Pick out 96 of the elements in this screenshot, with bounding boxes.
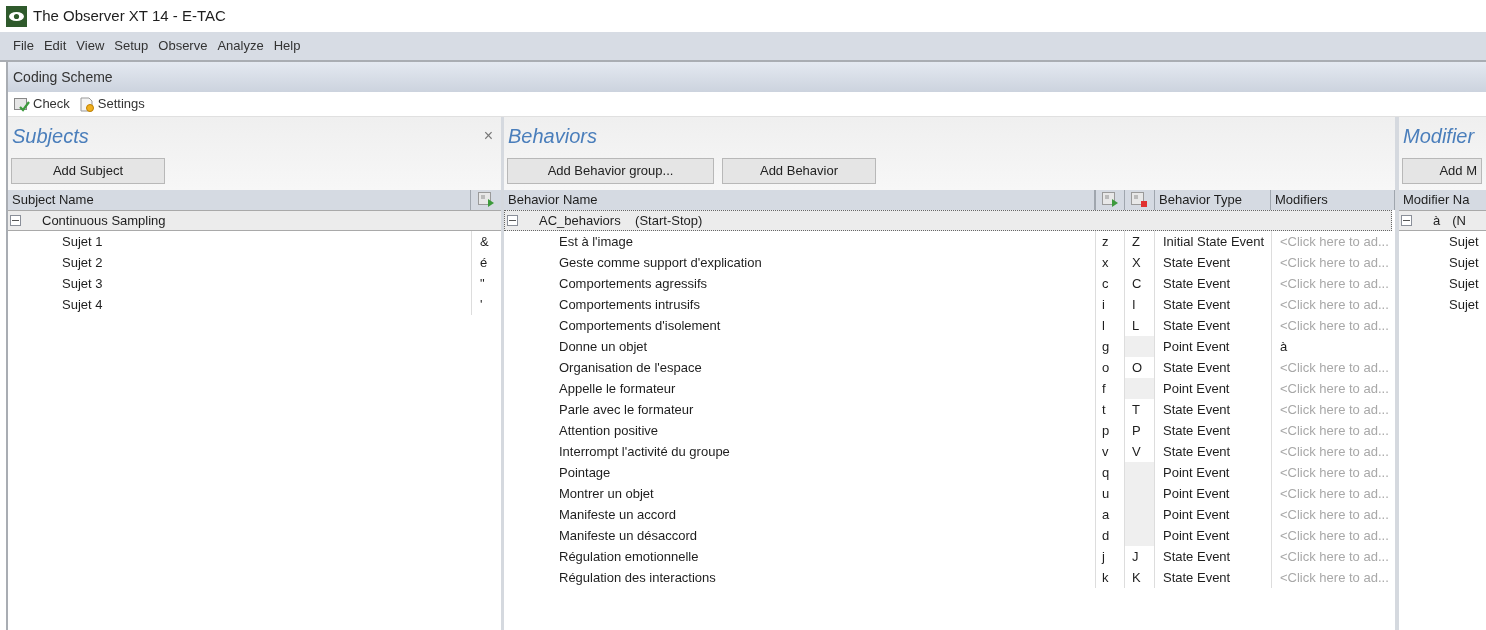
table-cell-text: Parle avec le formateur (558, 400, 695, 419)
table-cell-text: Interrompt l'activité du groupe (558, 442, 731, 461)
add-modifier-field[interactable]: <Click here to ad... (1271, 294, 1395, 315)
add-modifier-field[interactable]: <Click here to ad... (1271, 462, 1395, 483)
table-cell-text: Pointage (558, 463, 612, 482)
table-cell-text: Geste comme support d'explication (558, 253, 763, 272)
add-modifier-field[interactable]: <Click here to ad... (1271, 315, 1395, 336)
menu-item[interactable]: Analyze (212, 36, 269, 56)
table-cell-text: Sujet 1 (61, 232, 104, 251)
table-cell-text: Comportements d'isolement (558, 316, 722, 335)
add-modifier-field[interactable]: <Click here to ad... (1271, 504, 1395, 525)
table-cell: Point Event (1154, 504, 1271, 525)
table-cell-text: Appelle le formateur (558, 379, 677, 398)
table-cell-text: Sujet (1448, 274, 1480, 293)
document-gear-icon (79, 96, 95, 112)
table-cell-text: Comportements intrusifs (558, 295, 701, 314)
panel-title: Subjects (12, 124, 89, 149)
table-cell: State Event (1154, 315, 1271, 336)
table-cell: Point Event (1154, 336, 1271, 357)
add-modifier-field[interactable]: <Click here to ad... (1271, 273, 1395, 294)
table-cell: State Event (1154, 252, 1271, 273)
key-stop-icon (1131, 192, 1148, 208)
table-cell-text: Comportements agressifs (558, 274, 709, 293)
table-cell: State Event (1154, 399, 1271, 420)
table-cell-text: Sujet 2 (61, 253, 104, 272)
table-cell: State Event (1154, 567, 1271, 588)
table-cell: Initial State Event (1154, 231, 1271, 252)
add-modifier-field[interactable]: <Click here to ad... (1271, 378, 1395, 399)
group-name: (N (1451, 211, 1466, 230)
group-name: AC_behaviors (Start-Stop) (539, 211, 703, 230)
eye-logo-icon (6, 5, 27, 27)
table-cell-text: Manifeste un accord (558, 505, 678, 524)
table-cell: Point Event (1154, 378, 1271, 399)
table-cell: State Event (1154, 441, 1271, 462)
section-title: Coding Scheme (13, 67, 113, 87)
add-button[interactable]: Add M (1402, 158, 1482, 184)
key-play-icon (1101, 192, 1119, 208)
table-cell: Point Event (1154, 462, 1271, 483)
add-modifier-field[interactable]: <Click here to ad... (1271, 399, 1395, 420)
add-button[interactable]: Add Behavior group... (507, 158, 714, 184)
table-cell: " (471, 273, 501, 294)
add-modifier-field[interactable]: <Click here to ad... (1271, 441, 1395, 462)
add-modifier-field[interactable]: <Click here to ad... (1271, 483, 1395, 504)
menu-item[interactable]: Help (268, 36, 306, 56)
add-modifier-field[interactable]: <Click here to ad... (1271, 546, 1395, 567)
add-modifier-field[interactable]: <Click here to ad... (1271, 357, 1395, 378)
table-cell: Point Event (1154, 525, 1271, 546)
table-cell-text: Montrer un objet (558, 484, 655, 503)
table-cell-text: Sujet 4 (61, 295, 104, 314)
add-modifier-field[interactable]: <Click here to ad... (1271, 420, 1395, 441)
table-cell-text: Est à l'image (558, 232, 634, 251)
window-title: The Observer XT 14 - E-TAC (33, 5, 226, 26)
table-cell: State Event (1154, 273, 1271, 294)
table-cell-text: Manifeste un désaccord (558, 526, 699, 545)
table-cell: State Event (1154, 546, 1271, 567)
menu-item[interactable]: Edit (38, 36, 72, 56)
column-header: Modifier Na (1402, 191, 1471, 210)
table-cell-text: à (1433, 211, 1441, 230)
table-cell-text: Donne un objet (558, 337, 649, 356)
table-cell-text: Organisation de l'espace (558, 358, 703, 377)
table-cell: ' (471, 294, 501, 315)
group-name: Continuous Sampling (42, 211, 166, 230)
add-modifier-field[interactable]: <Click here to ad... (1271, 252, 1395, 273)
menu-item[interactable]: File (8, 36, 39, 56)
add-modifier-field[interactable]: <Click here to ad... (1271, 567, 1395, 588)
table-cell-text: Sujet (1448, 295, 1480, 314)
table-cell-text: Sujet (1448, 253, 1480, 272)
table-cell-text: Sujet 3 (61, 274, 104, 293)
table-cell-text: Régulation des interactions (558, 568, 717, 587)
menu-item[interactable]: View (71, 36, 110, 56)
table-cell: State Event (1154, 357, 1271, 378)
collapse-icon[interactable] (507, 215, 518, 226)
add-modifier-field[interactable]: <Click here to ad... (1271, 231, 1395, 252)
table-cell: State Event (1154, 420, 1271, 441)
table-cell-text: Sujet (1448, 232, 1480, 251)
add-modifier-field[interactable]: <Click here to ad... (1271, 525, 1395, 546)
table-cell-text: Attention positive (558, 421, 659, 440)
add-button[interactable]: Add Subject (11, 158, 165, 184)
collapse-icon[interactable] (1401, 215, 1412, 226)
table-cell-text: Régulation emotionnelle (558, 547, 700, 566)
close-button[interactable]: × (483, 124, 493, 148)
toolbar-button[interactable]: Check (14, 94, 70, 114)
check-icon (14, 96, 30, 112)
table-cell: State Event (1154, 294, 1271, 315)
table-cell: & (471, 231, 501, 252)
key-play-icon (477, 192, 495, 208)
table-cell: é (471, 252, 501, 273)
table-cell: Point Event (1154, 483, 1271, 504)
add-button[interactable]: Add Behavior (722, 158, 876, 184)
collapse-icon[interactable] (10, 215, 21, 226)
table-cell: à (1271, 336, 1395, 357)
menu-item[interactable]: Observe (153, 36, 213, 56)
panel-title: Behaviors (508, 124, 597, 149)
toolbar-button[interactable]: Settings (79, 94, 145, 114)
menu-item[interactable]: Setup (109, 36, 154, 56)
panel-title: Modifier (1403, 124, 1475, 149)
